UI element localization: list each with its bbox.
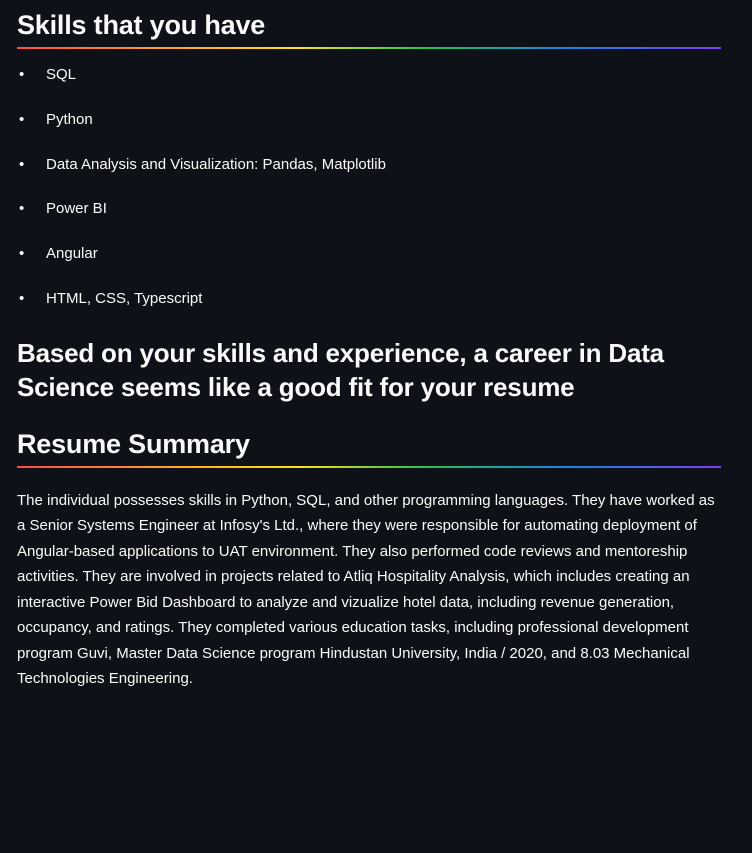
- list-item: • Angular: [17, 244, 721, 289]
- list-item: • Power BI: [17, 199, 721, 244]
- summary-paragraph: The individual possesses skills in Pytho…: [17, 491, 715, 688]
- skills-heading: Skills that you have: [17, 10, 266, 40]
- skill-label: Power BI: [46, 200, 107, 218]
- bullet-icon: •: [19, 110, 25, 128]
- main-content: Skills that you have • SQL • Python • Data …: [17, 0, 721, 692]
- career-recommendation: Based on your skills and experience, a c…: [17, 337, 664, 402]
- bullet-icon: •: [19, 289, 25, 307]
- skill-label: SQL: [46, 66, 77, 83]
- skill-label: Data Analysis and Visualization: Pandas,…: [46, 155, 386, 173]
- summary-heading: Resume Summary: [17, 428, 250, 459]
- skill-label: Python: [46, 110, 93, 128]
- list-item: • SQL: [17, 65, 721, 110]
- skills-divider: [17, 47, 721, 49]
- list-item: • Python: [17, 110, 721, 155]
- skill-label: Angular: [46, 245, 98, 263]
- summary-divider: [17, 465, 721, 468]
- skills-list: • SQL • Python • Data Analysis and Visualiz…: [17, 65, 721, 334]
- bullet-icon: •: [19, 66, 25, 83]
- list-item: • Data Analysis and Visualization: Pandas…: [17, 155, 721, 200]
- bullet-icon: •: [19, 155, 25, 173]
- list-item: • HTML, CSS, Typescript: [17, 289, 721, 334]
- bullet-icon: •: [19, 245, 25, 263]
- bullet-icon: •: [19, 200, 25, 218]
- skill-label: HTML, CSS, Typescript: [46, 289, 203, 307]
